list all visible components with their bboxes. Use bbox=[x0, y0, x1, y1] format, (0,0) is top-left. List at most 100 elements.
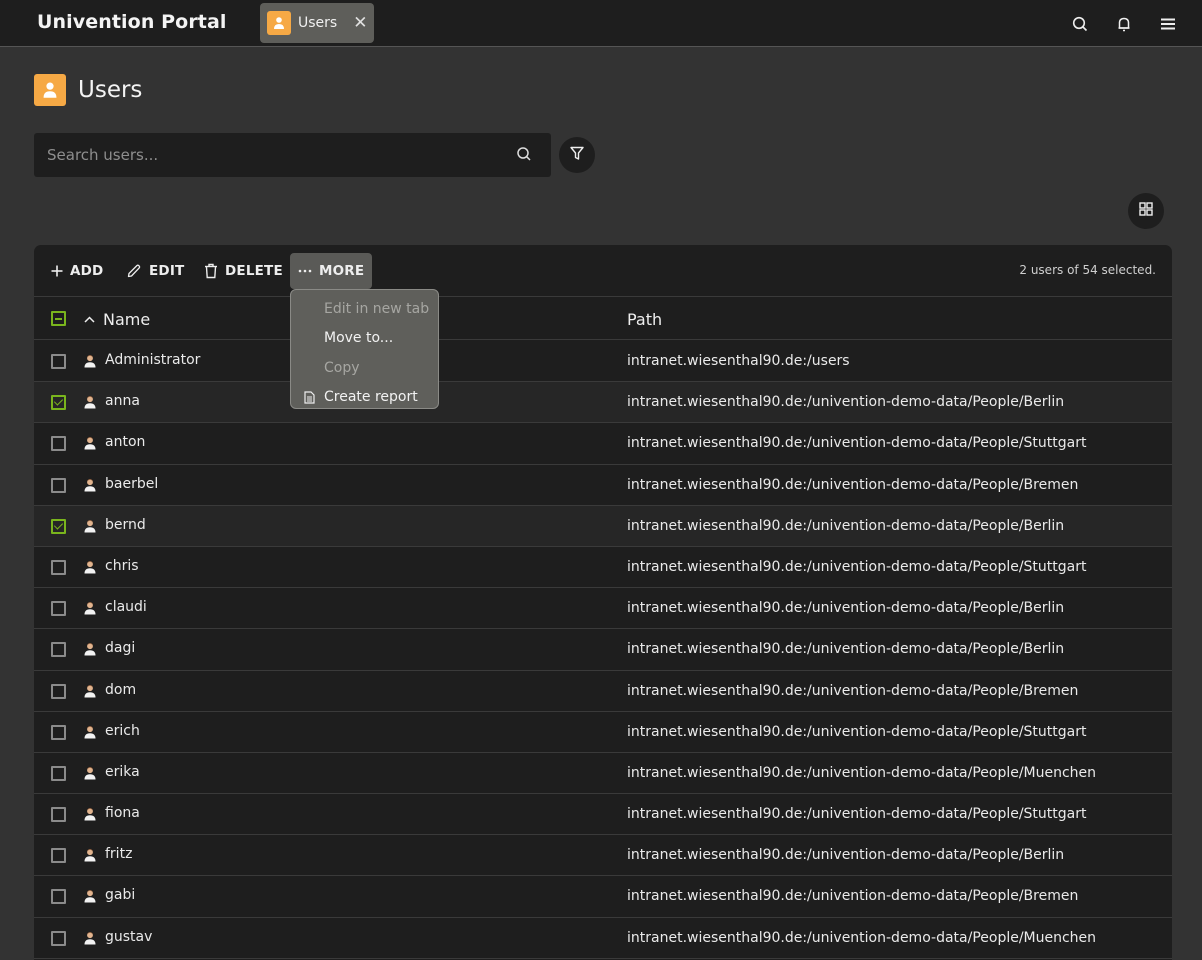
delete-button[interactable]: DELETE bbox=[204, 253, 283, 289]
user-icon bbox=[83, 931, 97, 945]
user-path: intranet.wiesenthal90.de:/univention-dem… bbox=[627, 600, 1065, 617]
table-header: Name Path bbox=[34, 298, 1172, 340]
user-name: chris bbox=[105, 557, 139, 574]
page-header: Users bbox=[34, 74, 142, 106]
table-row[interactable]: bernd intranet.wiesenthal90.de:/univentio… bbox=[34, 505, 1172, 547]
grid-view-button[interactable] bbox=[1128, 193, 1164, 229]
user-icon bbox=[83, 848, 97, 862]
table-row[interactable]: gustav intranet.wiesenthal90.de:/univenti… bbox=[34, 917, 1172, 959]
row-checkbox[interactable] bbox=[51, 642, 66, 658]
user-icon bbox=[83, 807, 97, 821]
table-row[interactable]: claudi intranet.wiesenthal90.de:/univenti… bbox=[34, 588, 1172, 630]
user-name: fritz bbox=[105, 846, 133, 863]
user-icon bbox=[83, 354, 97, 368]
user-name: Administrator bbox=[105, 352, 201, 368]
user-path: intranet.wiesenthal90.de:/univention-dem… bbox=[627, 847, 1065, 864]
user-icon bbox=[83, 642, 97, 656]
user-icon bbox=[267, 11, 291, 35]
row-checkbox[interactable] bbox=[51, 807, 66, 823]
row-checkbox[interactable] bbox=[51, 724, 66, 740]
row-checkbox[interactable] bbox=[51, 477, 66, 493]
column-header-name[interactable]: Name bbox=[84, 310, 150, 329]
tab-users[interactable]: Users ✕ bbox=[260, 3, 374, 43]
more-menu: Edit in new tab Move to... Copy Create r… bbox=[290, 289, 439, 409]
row-checkbox[interactable] bbox=[51, 601, 66, 617]
user-path: intranet.wiesenthal90.de:/univention-dem… bbox=[627, 888, 1079, 905]
add-label: ADD bbox=[70, 263, 104, 279]
user-name: dagi bbox=[105, 640, 136, 657]
row-checkbox[interactable] bbox=[51, 436, 66, 452]
search-input[interactable] bbox=[34, 133, 504, 177]
menu-item-label: Copy bbox=[324, 359, 360, 376]
menu-item-label: Edit in new tab bbox=[324, 300, 430, 317]
user-icon bbox=[83, 601, 97, 615]
user-path: intranet.wiesenthal90.de:/univention-dem… bbox=[627, 435, 1087, 452]
select-all-checkbox[interactable] bbox=[51, 311, 66, 326]
table-row[interactable]: dagi intranet.wiesenthal90.de:/univention… bbox=[34, 629, 1172, 671]
table-row[interactable]: baerbel intranet.wiesenthal90.de:/univent… bbox=[34, 464, 1172, 506]
table-row[interactable]: dom intranet.wiesenthal90.de:/univention-… bbox=[34, 670, 1172, 712]
user-icon bbox=[83, 889, 97, 903]
table-row[interactable]: Administrator intranet.wiesenthal90.de:/u… bbox=[34, 341, 1172, 383]
menu-item-label: Create report bbox=[324, 389, 418, 406]
user-icon bbox=[83, 478, 97, 492]
user-icon bbox=[83, 766, 97, 780]
user-path: intranet.wiesenthal90.de:/univention-dem… bbox=[627, 723, 1087, 740]
menu-item-copy: Copy bbox=[291, 353, 438, 383]
menu-item-move-to[interactable]: Move to... bbox=[291, 324, 438, 354]
search-box bbox=[34, 133, 551, 177]
menu-item-create-report[interactable]: Create report bbox=[291, 383, 438, 413]
row-checkbox[interactable] bbox=[51, 395, 66, 411]
user-path: intranet.wiesenthal90.de:/univention-dem… bbox=[627, 929, 1097, 946]
table-row[interactable]: gabi intranet.wiesenthal90.de:/univention… bbox=[34, 876, 1172, 918]
user-path: intranet.wiesenthal90.de:/univention-dem… bbox=[627, 641, 1065, 658]
menu-item-edit-in-new-tab: Edit in new tab bbox=[291, 294, 438, 324]
row-checkbox[interactable] bbox=[51, 930, 66, 946]
user-path: intranet.wiesenthal90.de:/univention-dem… bbox=[627, 558, 1087, 575]
selection-status: 2 users of 54 selected. bbox=[1019, 263, 1156, 277]
table-row[interactable]: anna intranet.wiesenthal90.de:/univention… bbox=[34, 382, 1172, 424]
user-name: gabi bbox=[105, 887, 136, 904]
page-title: Users bbox=[78, 77, 143, 103]
user-path: intranet.wiesenthal90.de:/univention-dem… bbox=[627, 394, 1065, 411]
user-icon bbox=[83, 560, 97, 574]
users-grid: ADD EDIT DELETE MORE 2 users of 54 selec… bbox=[34, 245, 1172, 960]
user-path: intranet.wiesenthal90.de:/univention-dem… bbox=[627, 517, 1065, 534]
add-button[interactable]: ADD bbox=[51, 253, 103, 289]
table-row[interactable]: erich intranet.wiesenthal90.de:/univentio… bbox=[34, 711, 1172, 753]
row-checkbox[interactable] bbox=[51, 765, 66, 781]
row-checkbox[interactable] bbox=[51, 518, 66, 534]
user-name: erika bbox=[105, 763, 140, 780]
column-header-path[interactable]: Path bbox=[627, 310, 662, 329]
table-row[interactable]: erika intranet.wiesenthal90.de:/univentio… bbox=[34, 752, 1172, 795]
search-icon[interactable] bbox=[516, 146, 534, 164]
bell-icon[interactable] bbox=[1112, 12, 1136, 36]
table-row[interactable]: anton intranet.wiesenthal90.de:/univentio… bbox=[34, 423, 1172, 465]
edit-label: EDIT bbox=[149, 263, 185, 279]
user-name: claudi bbox=[105, 599, 147, 616]
menu-icon[interactable] bbox=[1156, 12, 1180, 36]
user-path: intranet.wiesenthal90.de:/univention-dem… bbox=[627, 764, 1097, 781]
table-row[interactable]: chris intranet.wiesenthal90.de:/univentio… bbox=[34, 546, 1172, 589]
user-path: intranet.wiesenthal90.de:/univention-dem… bbox=[627, 476, 1079, 493]
search-icon[interactable] bbox=[1068, 12, 1092, 36]
grid-toolbar: ADD EDIT DELETE MORE 2 users of 54 selec… bbox=[34, 245, 1172, 297]
row-checkbox[interactable] bbox=[51, 889, 66, 905]
table-body: Administrator intranet.wiesenthal90.de:/u… bbox=[34, 341, 1172, 959]
user-name: erich bbox=[105, 722, 140, 739]
filter-button[interactable] bbox=[559, 137, 595, 173]
delete-label: DELETE bbox=[225, 263, 283, 279]
user-icon bbox=[83, 725, 97, 739]
close-icon[interactable]: ✕ bbox=[353, 14, 367, 32]
table-row[interactable]: fiona intranet.wiesenthal90.de:/univentio… bbox=[34, 794, 1172, 836]
table-row[interactable]: fritz intranet.wiesenthal90.de:/univentio… bbox=[34, 835, 1172, 877]
row-checkbox[interactable] bbox=[51, 559, 66, 575]
user-name: bernd bbox=[105, 516, 146, 533]
row-checkbox[interactable] bbox=[51, 848, 66, 864]
row-checkbox[interactable] bbox=[51, 683, 66, 699]
edit-button[interactable]: EDIT bbox=[126, 253, 184, 289]
user-name: anton bbox=[105, 434, 146, 451]
portal-title[interactable]: Univention Portal bbox=[37, 11, 227, 33]
row-checkbox[interactable] bbox=[51, 354, 66, 369]
more-button[interactable]: MORE bbox=[290, 253, 373, 289]
